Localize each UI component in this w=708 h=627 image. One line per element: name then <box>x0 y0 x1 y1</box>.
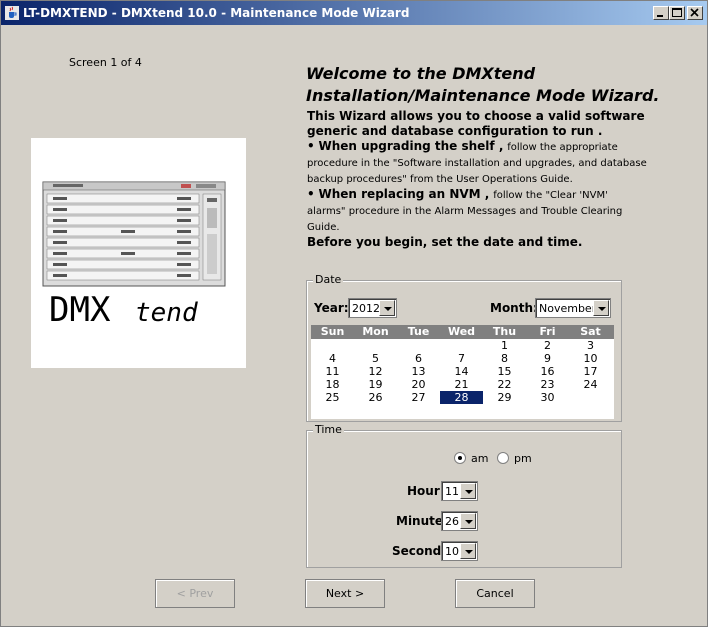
weekday-header: Sat <box>580 325 601 338</box>
calendar-day[interactable]: 12 <box>354 365 397 378</box>
month-value: November <box>539 302 597 315</box>
close-icon <box>690 8 699 17</box>
nvm-note-heading: When replacing an NVM , <box>318 187 490 201</box>
weekday-header: Sun <box>320 325 345 338</box>
weekday-header: Thu <box>492 325 517 338</box>
calendar-day[interactable]: 7 <box>440 352 483 365</box>
weekday-header: Wed <box>447 325 476 338</box>
calendar-day[interactable]: 27 <box>397 391 440 404</box>
chevron-down-icon[interactable] <box>379 300 395 316</box>
year-select[interactable]: 2012 <box>348 298 397 318</box>
calendar-day[interactable]: 24 <box>569 378 612 391</box>
svg-text:DMX: DMX <box>49 290 111 330</box>
calendar-day[interactable]: 17 <box>569 365 612 378</box>
weekday-header: Tue <box>407 325 430 338</box>
calendar-day[interactable]: 9 <box>526 352 569 365</box>
cancel-button[interactable]: Cancel <box>455 579 535 608</box>
month-select[interactable]: November <box>535 298 611 318</box>
window-title: LT-DMXTEND - DMXtend 10.0 - Maintenance … <box>23 6 410 20</box>
calendar-day-selected[interactable]: 28 <box>440 391 483 404</box>
date-group-label: Date <box>313 273 344 286</box>
calendar-day[interactable]: 21 <box>440 378 483 391</box>
product-logo: DMX tend <box>31 138 246 368</box>
year-label: Year: <box>314 301 349 315</box>
intro-paragraph-1: This Wizard allows you to choose a valid… <box>307 109 645 138</box>
hour-label: Hour: <box>407 484 445 498</box>
calendar-day[interactable]: 11 <box>311 365 354 378</box>
calendar-day[interactable]: 22 <box>483 378 526 391</box>
pm-label[interactable]: pm <box>514 452 532 465</box>
prev-button[interactable]: < Prev <box>155 579 235 608</box>
calendar-day[interactable]: 10 <box>569 352 612 365</box>
bullet-icon: • <box>307 139 315 153</box>
calendar-day[interactable]: 4 <box>311 352 354 365</box>
wizard-window: LT-DMXTEND - DMXtend 10.0 - Maintenance … <box>0 0 708 627</box>
heading-line-1: Welcome to the DMXtend <box>306 64 536 83</box>
java-cup-icon <box>5 6 19 20</box>
calendar-day[interactable]: 16 <box>526 365 569 378</box>
minute-select[interactable]: 26 <box>441 511 478 531</box>
calendar-day[interactable]: 18 <box>311 378 354 391</box>
calendar-day[interactable]: 25 <box>311 391 354 404</box>
chevron-down-icon[interactable] <box>593 300 609 316</box>
chevron-down-icon[interactable] <box>460 543 476 559</box>
calendar-day[interactable]: 19 <box>354 378 397 391</box>
close-button[interactable] <box>687 6 703 20</box>
intro-paragraph-4: Before you begin, set the date and time. <box>307 235 583 249</box>
screen-indicator: Screen 1 of 4 <box>69 56 142 69</box>
calendar-day[interactable]: 23 <box>526 378 569 391</box>
hour-select[interactable]: 11 <box>441 481 478 501</box>
chevron-down-icon[interactable] <box>460 513 476 529</box>
second-select[interactable]: 10 <box>441 541 478 561</box>
chevron-down-icon[interactable] <box>460 483 476 499</box>
calendar-day[interactable]: 26 <box>354 391 397 404</box>
calendar-day[interactable]: 20 <box>397 378 440 391</box>
calendar-day[interactable]: 14 <box>440 365 483 378</box>
calendar-day[interactable]: 3 <box>569 339 612 352</box>
heading-line-2: Installation/Maintenance Mode Wizard. <box>306 86 660 105</box>
title-bar[interactable]: LT-DMXTEND - DMXtend 10.0 - Maintenance … <box>1 1 707 25</box>
am-radio[interactable] <box>454 452 466 464</box>
shelf-illustration: DMX tend <box>42 181 226 330</box>
calendar-day[interactable]: 29 <box>483 391 526 404</box>
calendar-header: Sun Mon Tue Wed Thu Fri Sat <box>311 325 614 339</box>
calendar-day[interactable]: 6 <box>397 352 440 365</box>
calendar-day[interactable]: 15 <box>483 365 526 378</box>
second-label: Second: <box>392 544 447 558</box>
calendar-grid[interactable]: Sun Mon Tue Wed Thu Fri Sat 1 2 3 4 5 6 7 8 9 10 11 12 13 1… <box>311 325 614 419</box>
upgrade-note-heading: When upgrading the shelf , <box>318 139 504 153</box>
calendar-day[interactable]: 5 <box>354 352 397 365</box>
calendar-day[interactable]: 1 <box>483 339 526 352</box>
am-label[interactable]: am <box>471 452 488 465</box>
hour-value: 11 <box>445 485 459 498</box>
time-group-label: Time <box>313 423 344 436</box>
pm-radio[interactable] <box>497 452 509 464</box>
calendar-day[interactable]: 8 <box>483 352 526 365</box>
second-value: 10 <box>445 545 459 558</box>
year-value: 2012 <box>352 302 380 315</box>
minimize-button[interactable] <box>653 6 669 20</box>
weekday-header: Fri <box>539 325 556 338</box>
calendar-day[interactable]: 30 <box>526 391 569 404</box>
minute-value: 26 <box>445 515 459 528</box>
next-button[interactable]: Next > <box>305 579 385 608</box>
minimize-icon <box>657 15 663 17</box>
svg-text:tend: tend <box>135 298 198 328</box>
intro-text: This Wizard allows you to choose a valid… <box>307 109 647 250</box>
maximize-icon <box>672 8 682 17</box>
month-label: Month: <box>490 301 538 315</box>
calendar-day[interactable]: 13 <box>397 365 440 378</box>
maximize-button[interactable] <box>669 6 685 20</box>
weekday-header: Mon <box>362 325 389 338</box>
calendar-day[interactable]: 2 <box>526 339 569 352</box>
wizard-heading: Welcome to the DMXtend Installation/Main… <box>306 63 659 107</box>
bullet-icon: • <box>307 187 315 201</box>
